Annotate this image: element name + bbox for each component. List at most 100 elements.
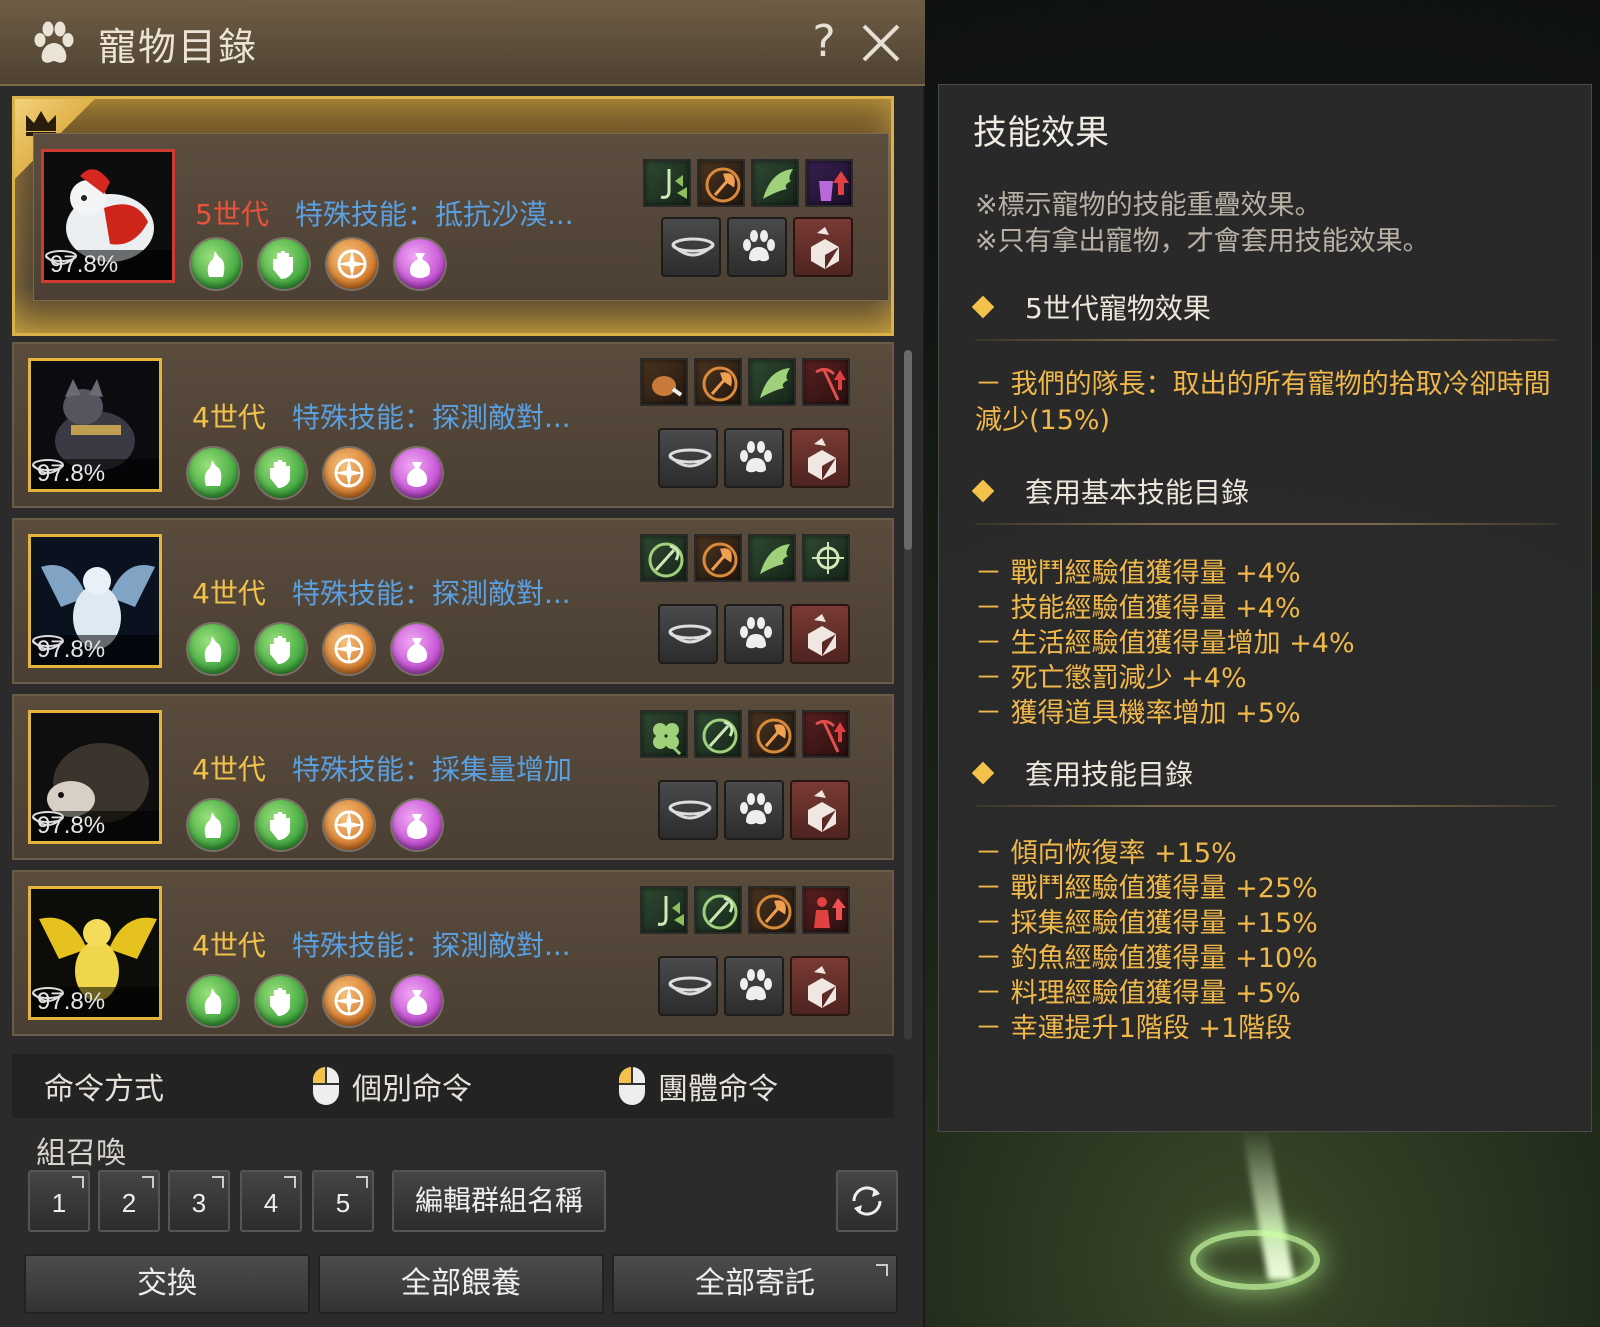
effects-note: ※標示寵物的技能重疊效果。 [975, 190, 1322, 221]
refresh-icon [852, 1186, 882, 1216]
person-up-icon[interactable] [802, 886, 850, 934]
bag-up-icon[interactable] [805, 159, 853, 207]
gather-icon[interactable] [640, 534, 688, 582]
meat-icon[interactable] [640, 358, 688, 406]
axe-icon[interactable] [748, 710, 796, 758]
deposit-all-button[interactable]: 全部寄託 [612, 1254, 898, 1314]
pet-cat-icon [191, 239, 241, 289]
hand-icon [259, 239, 309, 289]
axe-icon[interactable] [694, 358, 742, 406]
hunger-bar: 97.8% [31, 811, 159, 841]
pet-row[interactable]: 97.8% 4世代 特殊技能：探測敵對... [12, 870, 894, 1036]
pet-portrait[interactable]: 97.8% [28, 886, 162, 1020]
pet-list-scrollbar[interactable] [904, 350, 912, 1040]
fishing-icon[interactable] [643, 159, 691, 207]
axe-icon[interactable] [694, 534, 742, 582]
clover-icon[interactable] [640, 710, 688, 758]
summon-paw-button[interactable] [724, 428, 784, 488]
section-title: 套用技能目錄 [1025, 758, 1194, 791]
section-divider [975, 339, 1557, 341]
special-skill: 特殊技能：探測敵對... [292, 401, 571, 434]
deposit-all-label: 全部寄託 [695, 1266, 815, 1301]
pet-generation: 5世代 [195, 198, 269, 231]
feed-all-button[interactable]: 全部餵養 [318, 1254, 604, 1314]
pet-row[interactable]: 97.8% 4世代 特殊技能：探測敵對... [12, 518, 894, 684]
pet-generation: 4世代 [192, 929, 266, 962]
effect-line: － 生活經驗值獲得量增加 +4% [975, 628, 1355, 659]
summon-slot-5[interactable]: 5 [312, 1170, 374, 1232]
individual-command[interactable]: 個別命令 [352, 1064, 472, 1108]
feed-button[interactable] [658, 956, 718, 1016]
effect-line: － 獲得道具機率增加 +5% [975, 698, 1301, 729]
wing-icon[interactable] [748, 358, 796, 406]
fishing-icon[interactable] [640, 886, 688, 934]
feed-button[interactable] [658, 780, 718, 840]
release-button[interactable] [793, 217, 853, 277]
window-title: 寵物目錄 [98, 25, 259, 69]
expand-corner-icon [142, 1176, 154, 1188]
summon-paw-button[interactable] [724, 604, 784, 664]
summon-paw-button[interactable] [724, 956, 784, 1016]
effects-section-header: 5世代寵物效果 [971, 287, 1211, 327]
pet-portrait[interactable]: 97.8% [41, 149, 175, 283]
wing-icon[interactable] [751, 159, 799, 207]
release-button[interactable] [790, 780, 850, 840]
axe-icon[interactable] [748, 886, 796, 934]
diamond-icon [971, 761, 995, 785]
effect-line: － 料理經驗值獲得量 +5% [975, 978, 1301, 1009]
pet-portrait[interactable]: 97.8% [28, 710, 162, 844]
section-divider [975, 805, 1557, 807]
command-mode-label: 命令方式 [44, 1072, 164, 1107]
feed-button[interactable] [658, 604, 718, 664]
help-button[interactable]: ? [802, 12, 846, 72]
pet-portrait[interactable]: 97.8% [28, 534, 162, 668]
pet-row[interactable]: 97.8% 4世代 特殊技能：探測敵對... [12, 342, 894, 508]
pet-row-featured[interactable]: 97.8% 5世代 特殊技能：抵抗沙漠... [12, 96, 894, 336]
edit-group-name-button[interactable]: 編輯群組名稱 [392, 1170, 606, 1232]
feed-button[interactable] [661, 217, 721, 277]
hunger-bar: 97.8% [31, 987, 159, 1017]
food-bowl-icon [45, 250, 77, 265]
diamond-icon [971, 295, 995, 319]
expand-corner-icon [876, 1264, 888, 1276]
close-icon[interactable] [858, 20, 904, 66]
food-bowl-icon [32, 811, 64, 826]
expand-corner-icon [212, 1176, 224, 1188]
mouse-left-icon [313, 1067, 339, 1105]
effects-section-header: 套用技能目錄 [971, 753, 1194, 793]
compass-icon [324, 624, 374, 674]
wing-icon[interactable] [748, 534, 796, 582]
gather-icon[interactable] [694, 710, 742, 758]
pickaxe-up-icon[interactable] [802, 710, 850, 758]
effect-line: － 我們的隊長：取出的所有寵物的拾取冷卻時間減少(15%) [975, 369, 1551, 436]
refresh-button[interactable] [836, 1170, 898, 1232]
group-command[interactable]: 團體命令 [658, 1064, 778, 1108]
food-bowl-icon [32, 635, 64, 650]
gather-icon[interactable] [694, 886, 742, 934]
release-button[interactable] [790, 428, 850, 488]
pet-portrait[interactable]: 97.8% [28, 358, 162, 492]
special-skill: 特殊技能：探測敵對... [292, 929, 571, 962]
axe-icon[interactable] [697, 159, 745, 207]
pouch-icon [395, 239, 445, 289]
summon-paw-button[interactable] [724, 780, 784, 840]
summon-slot-2[interactable]: 2 [98, 1170, 160, 1232]
effect-line: － 釣魚經驗值獲得量 +10% [975, 943, 1318, 974]
window-titlebar[interactable]: 寵物目錄 ? [0, 0, 925, 86]
pet-row[interactable]: 97.8% 4世代 特殊技能：採集量增加 [12, 694, 894, 860]
pet-generation: 4世代 [192, 401, 266, 434]
feed-button[interactable] [658, 428, 718, 488]
release-button[interactable] [790, 956, 850, 1016]
section-divider [975, 523, 1557, 525]
summon-slot-3[interactable]: 3 [168, 1170, 230, 1232]
exchange-button[interactable]: 交換 [24, 1254, 310, 1314]
release-button[interactable] [790, 604, 850, 664]
compass-icon [324, 448, 374, 498]
summon-paw-button[interactable] [727, 217, 787, 277]
target-icon[interactable] [802, 534, 850, 582]
scroll-thumb[interactable] [904, 350, 912, 550]
summon-slot-1[interactable]: 1 [28, 1170, 90, 1232]
summon-slot-4[interactable]: 4 [240, 1170, 302, 1232]
pouch-icon [392, 976, 442, 1026]
pickaxe-up-icon[interactable] [802, 358, 850, 406]
